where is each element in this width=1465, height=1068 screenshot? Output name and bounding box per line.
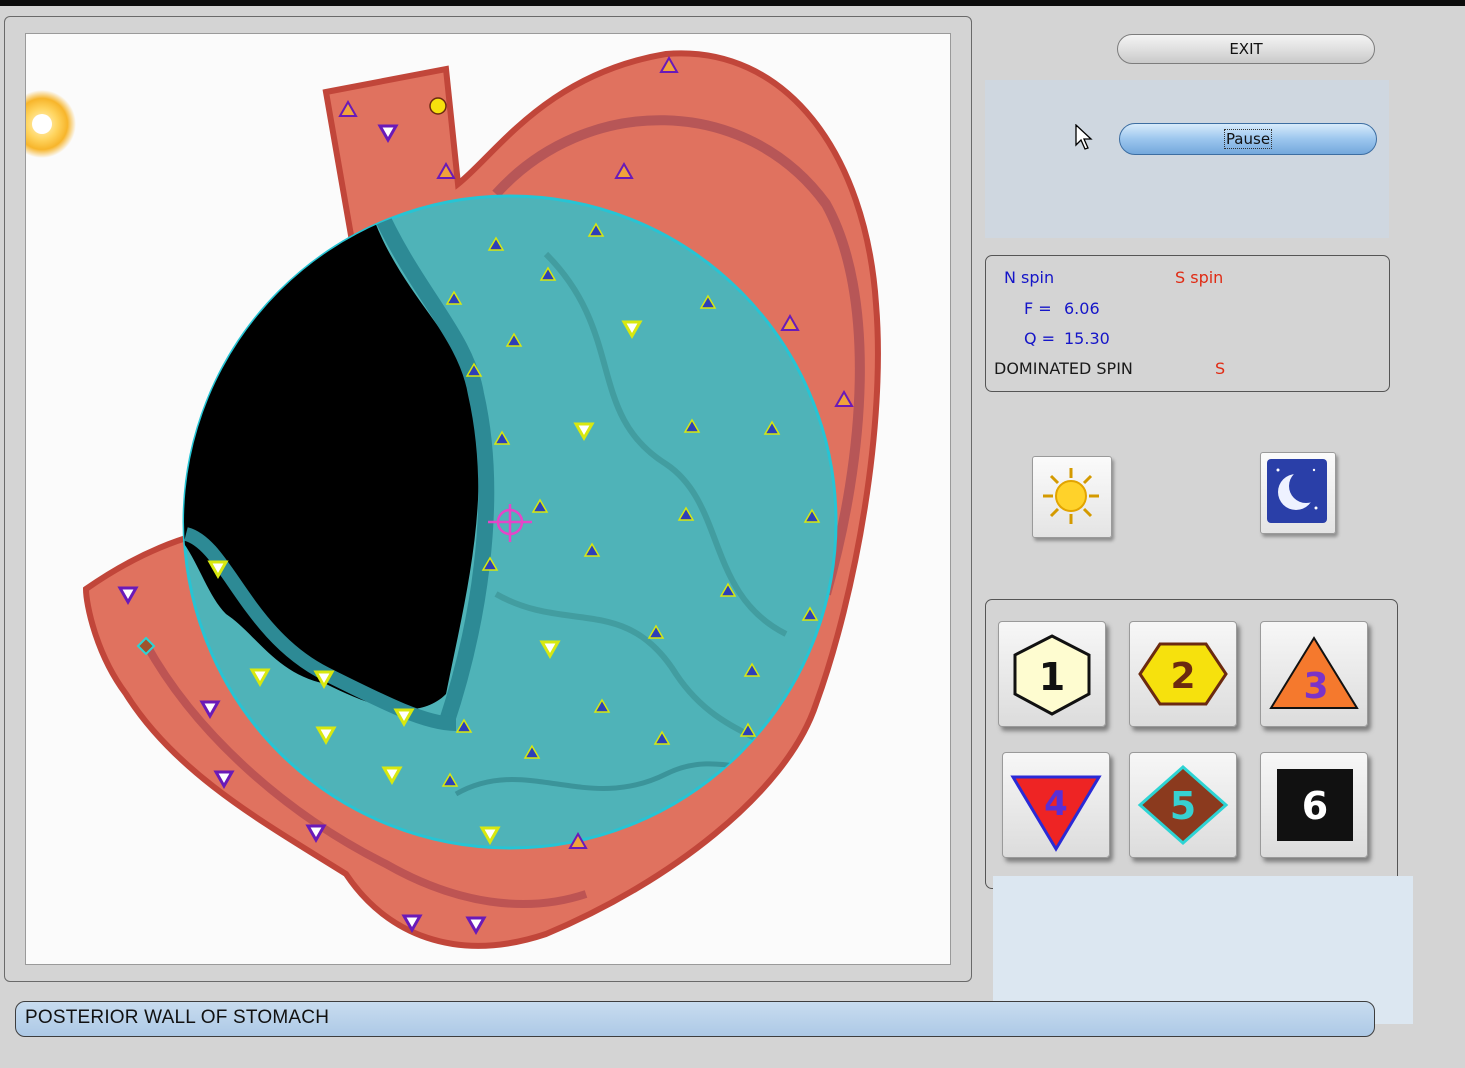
hexagon-level-1-icon: 1 bbox=[1013, 634, 1091, 716]
level-2-button[interactable]: 2 bbox=[1129, 621, 1237, 727]
diamond-level-5-icon: 5 bbox=[1137, 764, 1229, 846]
organ-status-bar: POSTERIOR WALL OF STOMACH bbox=[15, 1001, 1375, 1037]
night-mode-button[interactable] bbox=[1260, 452, 1336, 534]
square-level-6-icon: 6 bbox=[1277, 769, 1353, 841]
level-6-button[interactable]: 6 bbox=[1260, 752, 1368, 858]
playback-panel bbox=[985, 80, 1389, 238]
marker-level-2 bbox=[429, 97, 447, 115]
mouse-cursor-icon bbox=[1075, 124, 1093, 150]
q-label: Q = bbox=[1024, 329, 1056, 348]
level-2-label: 2 bbox=[1170, 656, 1195, 697]
level-6-label: 6 bbox=[1302, 784, 1328, 828]
f-value: 6.06 bbox=[1064, 299, 1100, 318]
organ-image-canvas[interactable] bbox=[25, 33, 951, 965]
exit-button[interactable]: EXIT bbox=[1117, 34, 1375, 64]
level-1-button[interactable]: 1 bbox=[998, 621, 1106, 727]
dominated-spin-value: S bbox=[1215, 359, 1226, 378]
window-top-border bbox=[0, 0, 1465, 6]
day-mode-button[interactable] bbox=[1032, 456, 1112, 538]
dominated-spin-label: DOMINATED SPIN bbox=[994, 359, 1133, 378]
stomach-illustration bbox=[26, 50, 881, 949]
spin-readout-panel: N spin S spin F = 6.06 Q = 15.30 DOMINAT… bbox=[985, 255, 1390, 392]
triangle-up-level-3-icon: 3 bbox=[1269, 636, 1359, 709]
level-4-label: 4 bbox=[1044, 784, 1068, 824]
f-label: F = bbox=[1024, 299, 1052, 318]
level-1-label: 1 bbox=[1039, 655, 1065, 699]
level-4-button[interactable]: 4 bbox=[1002, 752, 1110, 858]
triangle-down-level-4-icon: 4 bbox=[1010, 775, 1102, 852]
pause-button-label: Pause bbox=[1223, 129, 1273, 149]
level-3-label: 3 bbox=[1303, 666, 1328, 707]
n-spin-label: N spin bbox=[1004, 268, 1055, 287]
s-spin-label: S spin bbox=[1175, 268, 1224, 287]
q-value: 15.30 bbox=[1064, 329, 1110, 348]
hexagon-level-2-icon: 2 bbox=[1138, 642, 1228, 706]
level-5-label: 5 bbox=[1170, 784, 1196, 828]
pause-button[interactable]: Pause bbox=[1119, 123, 1377, 155]
level-5-button[interactable]: 5 bbox=[1129, 752, 1237, 858]
focus-glow-center bbox=[32, 114, 52, 134]
level-3-button[interactable]: 3 bbox=[1260, 621, 1368, 727]
organ-name-label: POSTERIOR WALL OF STOMACH bbox=[25, 1007, 330, 1028]
sun-icon bbox=[1043, 468, 1099, 524]
moon-icon bbox=[1267, 459, 1327, 523]
